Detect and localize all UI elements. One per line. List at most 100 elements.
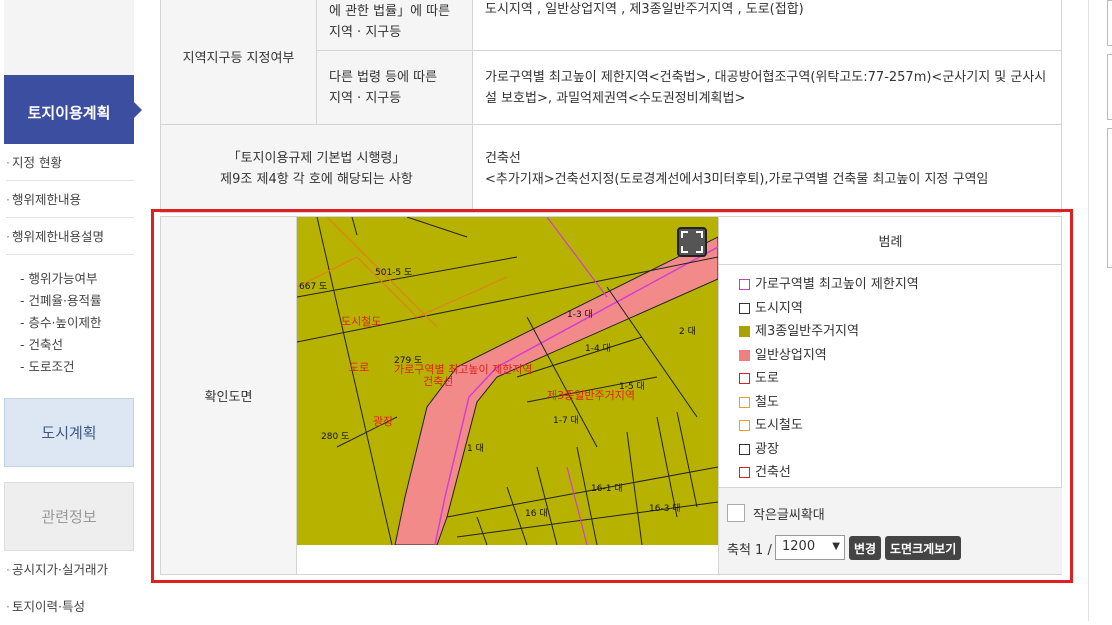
svg-text:667 도: 667 도 (299, 282, 327, 292)
legend-label: 광장 (755, 441, 779, 457)
legend-swatch (739, 373, 750, 385)
legend-swatch (739, 279, 750, 291)
legend-label: 가로구역별 최고높이 제한지역 (755, 277, 919, 292)
svg-text:1-4 대: 1-4 대 (585, 343, 611, 354)
legend-swatch (739, 467, 750, 479)
scale-label: 축척 1 / (727, 543, 772, 558)
legend-title: 범례 (719, 217, 1062, 265)
svg-text:1-3 대: 1-3 대 (567, 309, 593, 320)
sidebar-sub-allowed[interactable]: - 행위가능여부 (20, 268, 98, 289)
related-info-button[interactable]: 관련정보 (4, 482, 134, 551)
svg-text:1-7 대: 1-7 대 (553, 415, 579, 426)
row3-value: 건축선 <추가기재>건축선지정(도로경계선에서3미터후퇴),가로구역별 건축물 … (472, 124, 1062, 213)
right-panel-box (1107, 128, 1112, 268)
scale-select[interactable]: 1200 ▼ (775, 535, 845, 560)
svg-text:2 대: 2 대 (679, 326, 696, 337)
sidebar-sub-road-condition[interactable]: - 도로조건 (20, 356, 75, 377)
svg-text:건축선: 건축선 (423, 375, 453, 388)
sidebar-item-designation-status[interactable]: · 지정 현황 (6, 145, 134, 181)
chevron-down-icon: ▼ (832, 541, 840, 552)
right-divider (1088, 0, 1089, 621)
enlarge-text-checkbox[interactable] (727, 504, 745, 522)
legend-label: 도시철도 (755, 418, 803, 433)
scale-value: 1200 (782, 539, 816, 554)
sidebar-sub-coverage-ratio[interactable]: - 건폐율·용적률 (20, 290, 101, 311)
row1-subheader: 에 관한 법률」에 따른 지역 · 지구등 (316, 0, 473, 51)
svg-text:501-5 도: 501-5 도 (375, 268, 412, 278)
row1-value: 도시지역 , 일반상업지역 , 제3종일반주거지역 , 도로(접합) (472, 0, 1062, 51)
sub-label: 층수·높이제한 (28, 315, 102, 330)
legend-swatch (739, 302, 750, 314)
svg-text:16-3 대: 16-3 대 (649, 503, 681, 514)
svg-text:16 대: 16 대 (525, 508, 548, 519)
legend-item: 철도 (739, 391, 1062, 415)
legend-label: 철도 (755, 394, 779, 410)
sidebar-item-restriction-explanation[interactable]: · 행위제한내용설명 (6, 219, 134, 255)
sub-label: 행위가능여부 (28, 271, 98, 286)
sidebar-top (4, 0, 134, 75)
legend-label: 제3종일반주거지역 (755, 324, 859, 339)
sidebar-item-land-history[interactable]: · 토지이력·특성 (6, 589, 134, 625)
svg-text:도로: 도로 (349, 361, 369, 374)
legend-item: 광장 (739, 438, 1062, 462)
sub-label: 건축선 (28, 337, 63, 352)
legend-swatch (739, 443, 750, 455)
svg-text:1 대: 1 대 (467, 443, 484, 454)
legend-swatch (739, 326, 750, 338)
map-section: 확인도면 501-5 도 667 도 279 도 280 도 1 대 1-3 대… (160, 216, 1062, 575)
land-use-table: 지역지구등 지정여부 에 관한 법률」에 따른 지역 · 지구등 도시지역 , … (160, 0, 1062, 213)
legend-item: 제3종일반주거지역 (739, 320, 1062, 344)
sub-label: 건폐율·용적률 (28, 293, 102, 308)
legend-swatch (739, 396, 750, 408)
sidebar-item-label: 행위제한내용설명 (11, 229, 104, 244)
right-panel-box (1107, 54, 1112, 120)
legend-label: 도시지역 (755, 300, 803, 316)
change-scale-button[interactable]: 변경 (849, 536, 882, 560)
sub-label: 도로조건 (28, 359, 75, 374)
svg-text:가로구역별 최고높이 제한지역: 가로구역별 최고높이 제한지역 (394, 363, 533, 376)
large-map-button[interactable]: 도면크게보기 (885, 536, 962, 560)
legend-item: 도시지역 (739, 297, 1062, 321)
sidebar-sub-building-line[interactable]: - 건축선 (20, 334, 63, 355)
svg-text:도시철도: 도시철도 (341, 315, 381, 328)
sidebar-item-land-price[interactable]: · 공시지가·실거래가 (6, 552, 134, 588)
row2-value: 가로구역별 최고높이 제한지역<건축법>, 대공방어협조구역(위탁고도:77-2… (472, 50, 1062, 125)
map-controls: 작은글씨확대 축척 1 / 1200 ▼ 변경 도면크게보기 (719, 487, 1062, 574)
active-arrow-icon (133, 101, 142, 119)
legend-label: 도로 (755, 371, 779, 386)
row2-subheader: 다른 법령 등에 따른 지역 · 지구등 (316, 50, 473, 125)
right-panel-box (1107, 0, 1112, 46)
sidebar-item-land-use-plan[interactable]: 토지이용계획 (4, 75, 142, 144)
row3-header: 「토지이용규제 기본법 시행령」 제9조 제4항 각 호에 해당되는 사항 (160, 124, 473, 213)
legend-swatch (739, 420, 750, 432)
sidebar-item-label: 지정 현황 (11, 155, 62, 170)
legend-item: 도시철도 (739, 414, 1062, 438)
svg-text:16-1 대: 16-1 대 (591, 483, 623, 494)
sidebar-active-label: 토지이용계획 (27, 104, 111, 122)
svg-text:제3종일반주거지역: 제3종일반주거지역 (547, 388, 635, 402)
sidebar-item-label: 행위제한내용 (11, 192, 81, 207)
legend-panel: 범례 가로구역별 최고높이 제한지역도시지역제3종일반주거지역일반상업지역도로철… (718, 217, 1062, 574)
legend-item: 도로 (739, 367, 1062, 391)
legend-list: 가로구역별 최고높이 제한지역도시지역제3종일반주거지역일반상업지역도로철도도시… (719, 265, 1062, 485)
map-expand-icon[interactable] (677, 227, 707, 257)
sidebar-item-label: 공시지가·실거래가 (11, 562, 108, 577)
legend-label: 일반상업지역 (755, 347, 827, 363)
district-header: 지역지구등 지정여부 (160, 0, 317, 125)
legend-label: 건축선 (755, 465, 791, 480)
sidebar: 토지이용계획 · 지정 현황 · 행위제한내용 · 행위제한내용설명 - 행위가능여부… (0, 0, 142, 621)
legend-item: 일반상업지역 (739, 344, 1062, 368)
sidebar-sub-height-limit[interactable]: - 층수·높이제한 (20, 312, 101, 333)
city-plan-button[interactable]: 도시계획 (4, 398, 134, 467)
main-content: 지역지구등 지정여부 에 관한 법률」에 따른 지역 · 지구등 도시지역 , … (160, 0, 1062, 621)
svg-text:광장: 광장 (373, 415, 393, 428)
legend-item: 건축선 (739, 461, 1062, 485)
map-label: 확인도면 (161, 217, 297, 574)
enlarge-text-label: 작은글씨확대 (753, 508, 825, 523)
sidebar-item-label: 토지이력·특성 (11, 599, 85, 614)
legend-item: 가로구역별 최고높이 제한지역 (739, 273, 1062, 297)
legend-swatch (739, 349, 750, 361)
svg-text:280 도: 280 도 (321, 432, 349, 442)
cadastral-map[interactable]: 501-5 도 667 도 279 도 280 도 1 대 1-3 대 1-4 … (297, 217, 718, 545)
sidebar-item-restrictions[interactable]: · 행위제한내용 (6, 182, 134, 218)
